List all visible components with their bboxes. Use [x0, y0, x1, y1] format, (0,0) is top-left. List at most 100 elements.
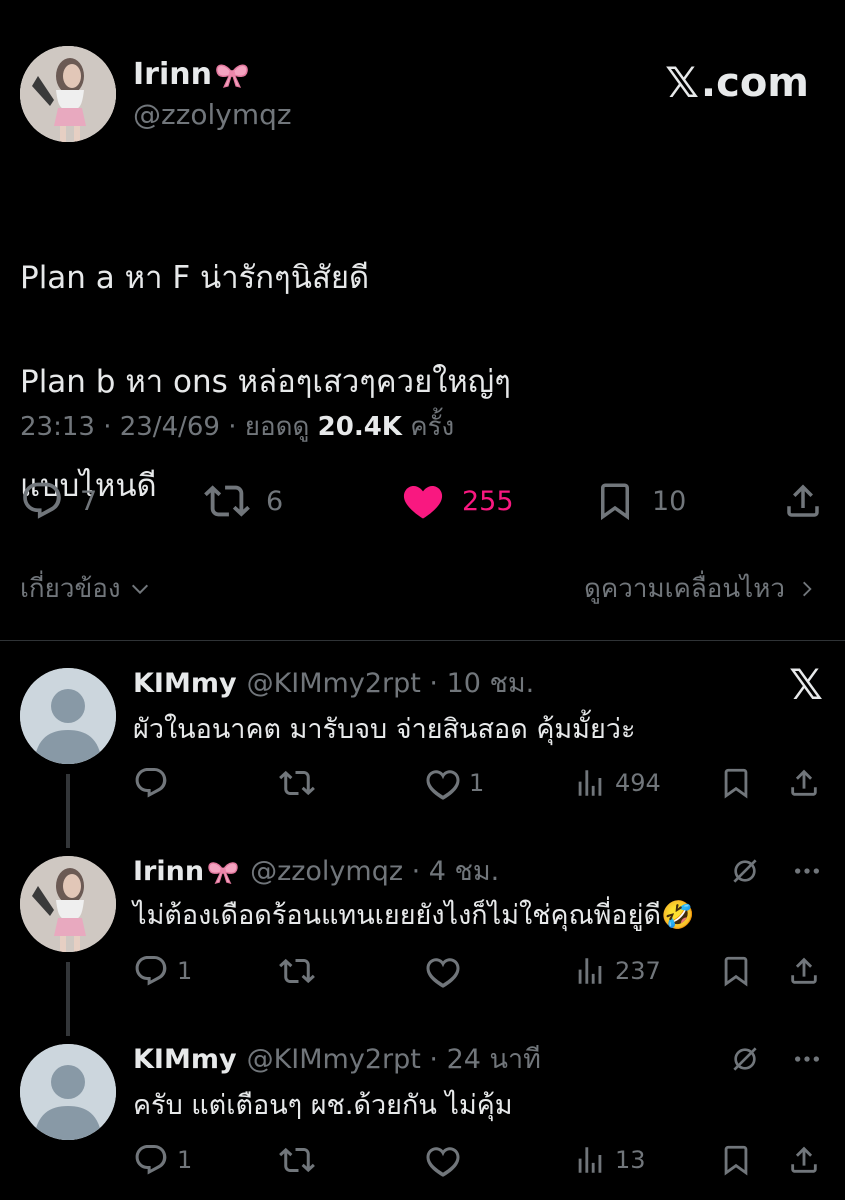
bow-emoji-icon — [206, 859, 240, 885]
reply-author-name[interactable]: KIMmy — [133, 667, 237, 701]
author-avatar[interactable] — [20, 46, 116, 142]
like-count: 255 — [462, 485, 514, 517]
repost-icon — [204, 478, 250, 524]
share-button[interactable] — [782, 475, 824, 527]
like-button[interactable]: 13 — [425, 1140, 461, 1180]
share-icon — [782, 480, 824, 522]
avatar-photo — [20, 856, 116, 952]
repost-button[interactable] — [279, 1140, 315, 1180]
x-com-logo: 𝕏 .com — [665, 60, 809, 107]
bookmark-button[interactable] — [719, 1140, 753, 1180]
repost-button[interactable] — [279, 951, 315, 991]
heart-icon — [425, 765, 461, 801]
tweet-meta: 23:13 · 23/4/69 · ยอดดู 20.4K ครั้ง — [20, 410, 454, 444]
grok-icon[interactable] — [729, 855, 761, 887]
reply-handle-time[interactable]: @KIMmy2rpt · 24 นาที — [247, 1043, 541, 1077]
bookmark-button[interactable] — [719, 951, 753, 991]
reply-action-bar: 1 13 13 — [133, 1140, 825, 1180]
views-button[interactable]: 237 — [573, 951, 661, 991]
related-dropdown[interactable]: เกี่ยวข้อง — [20, 572, 151, 606]
repost-button[interactable]: 6 — [204, 475, 283, 527]
reply-button[interactable]: 1 — [133, 1140, 192, 1180]
reply-count: 7 — [80, 485, 98, 517]
repost-icon — [279, 1142, 315, 1178]
like-button[interactable] — [425, 951, 469, 991]
like-count: 1 — [469, 769, 485, 797]
heart-filled-icon — [400, 478, 446, 524]
meta-views-unit: ครั้ง — [401, 412, 455, 442]
reply-avatar[interactable] — [20, 1044, 116, 1140]
grok-icon[interactable] — [729, 1043, 761, 1075]
avatar-photo — [20, 46, 116, 142]
thread-line — [66, 774, 70, 848]
bookmark-button[interactable] — [719, 763, 753, 803]
tweet-line-1: Plan a หา F น่ารักๆนิสัยดี — [20, 260, 370, 296]
bookmark-icon — [719, 766, 753, 800]
x-logo-icon: 𝕏 — [789, 660, 823, 709]
default-avatar-icon — [20, 668, 116, 764]
bookmark-icon — [719, 1143, 753, 1177]
reply-corner — [729, 1043, 823, 1075]
reply-author-name-text: Irinn — [133, 856, 205, 887]
author-name[interactable]: Irinn — [133, 58, 250, 92]
x-com-text: .com — [700, 60, 809, 106]
repost-count: 6 — [266, 485, 284, 517]
reply-icon — [133, 765, 169, 801]
share-button[interactable] — [787, 951, 821, 991]
reply-avatar[interactable] — [20, 668, 116, 764]
heart-icon — [425, 953, 461, 989]
bookmark-count: 10 — [652, 485, 687, 517]
reply-button[interactable] — [133, 763, 177, 803]
reply-button[interactable]: 7 — [20, 475, 97, 527]
more-icon[interactable] — [791, 1043, 823, 1075]
like-button[interactable]: 1 — [425, 763, 484, 803]
reply-header: Irinn @zzolymqz · 4 ชม. — [133, 855, 499, 889]
author-handle[interactable]: @zzolymqz — [133, 98, 292, 132]
reply-icon — [20, 479, 64, 523]
bookmark-icon — [594, 480, 636, 522]
views-button[interactable]: 13 — [573, 1140, 646, 1180]
views-count: 494 — [615, 769, 661, 797]
reply-author-name[interactable]: Irinn — [133, 855, 240, 889]
reply-handle-time[interactable]: @KIMmy2rpt · 10 ชม. — [247, 667, 535, 701]
share-button[interactable] — [787, 1140, 821, 1180]
reply-header: KIMmy @KIMmy2rpt · 10 ชม. — [133, 667, 534, 701]
view-motion-link[interactable]: ดูความเคลื่อนไหว — [584, 572, 817, 606]
thread-line — [66, 962, 70, 1036]
reply-text: ครับ แต่เตือนๆ ผช.ด้วยกัน ไม่คุ้ม — [133, 1090, 513, 1121]
reply-author-name[interactable]: KIMmy — [133, 1043, 237, 1077]
reply-icon — [133, 1142, 169, 1178]
share-icon — [787, 1143, 821, 1177]
repost-button[interactable] — [279, 763, 315, 803]
views-button[interactable]: 494 — [573, 763, 661, 803]
bookmark-button[interactable]: 10 — [594, 475, 686, 527]
views-icon — [573, 954, 607, 988]
reply-action-bar: 1 237 — [133, 951, 825, 991]
reply-handle-time[interactable]: @zzolymqz · 4 ชม. — [250, 855, 499, 889]
reply-avatar[interactable] — [20, 856, 116, 952]
share-icon — [787, 954, 821, 988]
reply-count: 1 — [177, 957, 193, 985]
views-count: 237 — [615, 957, 661, 985]
view-motion-label: ดูความเคลื่อนไหว — [583, 574, 785, 604]
reply-text: ไม่ต้องเดือดร้อนแทนเยยยังไงก็ไม่ใช่คุณพี… — [133, 900, 695, 931]
chevron-down-icon — [131, 584, 148, 595]
heart-icon — [425, 1142, 461, 1178]
bookmark-icon — [719, 954, 753, 988]
reply-button[interactable]: 1 — [133, 951, 192, 991]
share-button[interactable] — [787, 763, 821, 803]
repost-icon — [279, 765, 315, 801]
views-icon — [573, 766, 607, 800]
meta-views: 20.4K — [317, 412, 402, 442]
reply-header: KIMmy @KIMmy2rpt · 24 นาที — [133, 1043, 541, 1077]
chevron-right-icon — [803, 581, 812, 597]
reply-action-bar: 1 494 — [133, 763, 825, 803]
like-button[interactable]: 255 — [400, 475, 514, 527]
more-icon[interactable] — [791, 855, 823, 887]
views-icon — [573, 1143, 607, 1177]
views-count: 13 — [615, 1146, 646, 1174]
reply-icon — [133, 953, 169, 989]
reply-text: ผัวในอนาคต มารับจบ จ่ายสินสอด คุ้มมั้ยว่… — [133, 714, 636, 745]
author-name-text: Irinn — [133, 57, 212, 92]
bow-emoji-icon — [214, 61, 250, 89]
